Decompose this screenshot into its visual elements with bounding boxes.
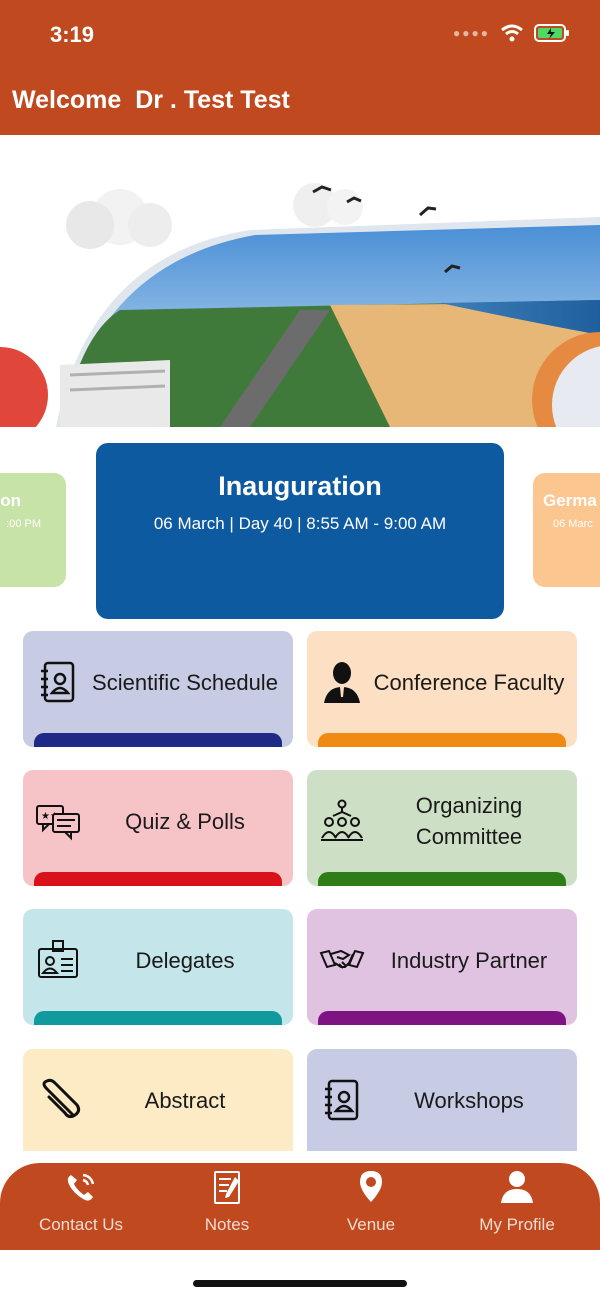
- welcome-title: Welcome Dr . Test Test: [12, 86, 290, 114]
- tile-accent-bar: [318, 733, 566, 747]
- id-badge-icon: [38, 940, 78, 978]
- bottom-nav: Contact Us Notes Venue My Profile: [0, 1163, 600, 1250]
- tile-label: Quiz & Polls: [125, 808, 245, 834]
- tile-conference-faculty[interactable]: Conference Faculty: [307, 631, 577, 747]
- wifi-icon: [501, 24, 523, 42]
- tile-workshops[interactable]: Workshops: [307, 1049, 577, 1151]
- status-time: 3:19: [50, 22, 95, 47]
- event-subtitle: 06 Marc: [553, 518, 593, 530]
- tile-label: Industry Partner: [390, 947, 548, 973]
- signal-icon: ●●●●: [453, 26, 490, 40]
- nav-notes[interactable]: Notes: [152, 1163, 302, 1250]
- address-book-icon: [41, 661, 75, 703]
- chat-bubbles-icon: ★★: [36, 805, 80, 841]
- battery-icon: [534, 24, 569, 42]
- location-pin-icon: [360, 1171, 382, 1202]
- phone-icon: [67, 1173, 95, 1201]
- tile-label: Scientific Schedule: [92, 669, 278, 695]
- tile-accent-bar: [34, 872, 282, 886]
- nav-label: Notes: [204, 1215, 250, 1234]
- event-title: Germa: [543, 491, 597, 510]
- event-subtitle: :00 PM: [6, 518, 41, 530]
- person-icon: [324, 662, 360, 703]
- event-card-current[interactable]: Inauguration 06 March | Day 40 | 8:55 AM…: [96, 443, 504, 619]
- tile-accent-bar: [34, 733, 282, 747]
- nav-label: Venue: [346, 1215, 396, 1234]
- event-card-previous[interactable]: on :00 PM: [0, 473, 66, 587]
- nav-contact-us[interactable]: Contact Us: [6, 1163, 156, 1250]
- handshake-icon: [319, 949, 365, 969]
- tile-label: Delegates: [135, 947, 235, 973]
- nav-venue[interactable]: Venue: [296, 1163, 446, 1250]
- tile-accent-bar: [318, 872, 566, 886]
- nav-label: Contact Us: [38, 1215, 124, 1234]
- address-book-icon: [325, 1079, 359, 1121]
- profile-icon: [501, 1171, 533, 1203]
- banner-image: [0, 135, 600, 427]
- notes-icon: [214, 1171, 240, 1204]
- tile-label: Organizing Committee: [415, 793, 523, 849]
- status-icons: ●●●●: [453, 24, 570, 42]
- event-title: on: [0, 491, 21, 510]
- tile-label: Workshops: [414, 1087, 524, 1113]
- tile-scientific-schedule[interactable]: Scientific Schedule: [23, 631, 293, 747]
- paperclip-icon: [42, 1078, 81, 1119]
- tile-quiz-polls[interactable]: ★★ Quiz & Polls: [23, 770, 293, 886]
- tile-delegates[interactable]: Delegates: [23, 909, 293, 1025]
- tile-label: Conference Faculty: [373, 669, 565, 695]
- tile-accent-bar: [34, 1011, 282, 1025]
- tile-industry-partner[interactable]: Industry Partner: [307, 909, 577, 1025]
- nav-label: My Profile: [479, 1215, 555, 1234]
- app-header: 3:19 ●●●● Welcome Dr . Test Test: [0, 0, 600, 135]
- event-title: Inauguration: [218, 471, 382, 501]
- home-indicator: [193, 1280, 407, 1287]
- tile-organizing-committee[interactable]: Organizing Committee: [307, 770, 577, 886]
- event-carousel[interactable]: on :00 PM Inauguration 06 March | Day 40…: [0, 440, 600, 625]
- nav-my-profile[interactable]: My Profile: [442, 1163, 592, 1250]
- event-subtitle: 06 March | Day 40 | 8:55 AM - 9:00 AM: [153, 514, 447, 533]
- tile-accent-bar: [318, 1011, 566, 1025]
- event-card-next[interactable]: Germa 06 Marc: [533, 473, 600, 587]
- tile-label: Abstract: [144, 1087, 226, 1113]
- tile-abstract[interactable]: Abstract: [23, 1049, 293, 1151]
- team-icon: [321, 799, 363, 841]
